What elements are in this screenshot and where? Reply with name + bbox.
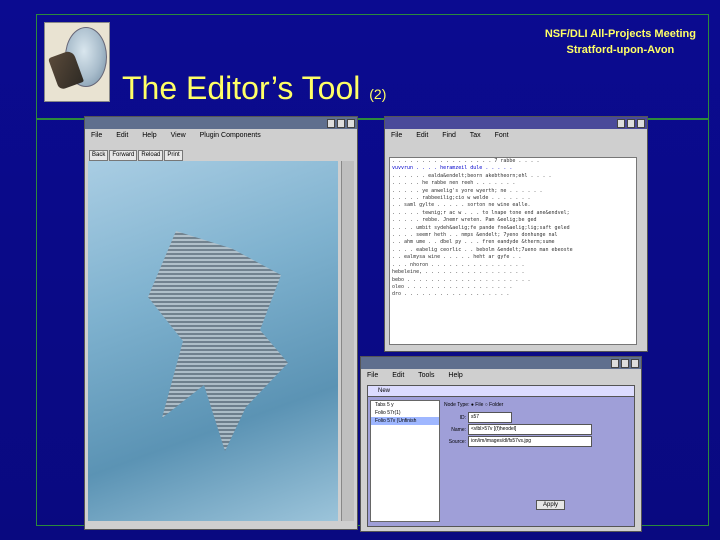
transcript-line: . . . . seemr heth . . nmps &endelt; 7ye… [392,232,558,239]
transcript-line: . . ahm ume . . dbel py . . . fren eandy… [392,239,555,246]
editor-titlebar[interactable] [361,357,641,369]
close-button[interactable] [631,359,639,368]
manuscript-image[interactable] [88,161,338,521]
back-button[interactable]: Back [89,150,109,161]
node-tree[interactable]: Tabs 5 y Folio 57r(1) Folio 57v (Unfinis… [370,400,440,522]
reload-button[interactable]: Reload [138,150,164,161]
browser-menubar: File Edit Help View Plugin Components [85,129,357,143]
node-form: Node Type: ● File ○ Folder ID: s57 Name: <… [444,400,630,520]
transcript-window: File Edit Find Tax Font . . . . . . . . … [384,116,648,352]
new-node-panel: New Tabs 5 y Folio 57r(1) Folio 57v (Unf… [367,385,635,527]
transcript-line: hebeleine, . . . . . . . . . . . . . . .… [392,269,525,276]
tree-item[interactable]: Folio 57r(1) [371,409,439,417]
manuscript-fragment [148,231,288,451]
radio-file-icon[interactable]: ● [471,402,474,408]
name-label: Name: [451,426,466,433]
menu-edit[interactable]: Edit [116,132,128,139]
transcript-line: bebo . . . . . . . . . . . . . . . . . .… [392,276,531,283]
id-field[interactable]: s57 [468,412,512,423]
menu-font[interactable]: Font [495,132,509,139]
slide-title-suffix: (2) [369,86,387,102]
transcript-line: . . . . . he rabbe nen reeh . . . . . . … [392,180,516,187]
close-button[interactable] [637,119,645,128]
tree-item-selected[interactable]: Folio 57v (Unfinish [371,417,439,425]
meeting-line-1: NSF/DLI All-Projects Meeting [544,28,696,40]
panel-title: New [378,388,391,394]
transcript-line: . . saml gylte . . . . . sorton ne wine … [392,202,531,209]
transcript-line: vuvvrun . . . . heramzeil dule . . . . . [392,165,513,172]
menu-help[interactable]: Help [448,372,462,379]
browser-toolbar: Back Forward Reload Print [85,143,357,161]
transcript-line: . . . . . . . . . . . . . . . . . 7 rabb… [392,158,540,164]
minimize-button[interactable] [617,119,625,128]
apply-button[interactable]: Apply [536,500,566,510]
transcript-titlebar[interactable] [385,117,647,129]
source-field[interactable]: ion/im/images/dl/fs57vs.jpg [468,436,592,447]
image-browser-window: File Edit Help View Plugin Components Ba… [84,116,358,530]
radio-file-label: File [475,402,484,408]
transcript-line: . . . . . rabbeeilig;cio w welde . . . .… [392,195,531,202]
slide-title: The Editor’s Tool (2) [122,70,386,107]
source-label: Source: [448,438,466,445]
menu-view[interactable]: View [171,132,186,139]
maximize-button[interactable] [621,359,629,368]
maximize-button[interactable] [337,119,345,128]
menu-find[interactable]: Find [442,132,456,139]
minimize-button[interactable] [611,359,619,368]
menu-file[interactable]: File [391,132,402,139]
node-type-row: Node Type: ● File ○ Folder [444,400,630,412]
window-controls [615,119,645,129]
transcript-line: . . ealmysa wine . . . . . heht ar gyfe … [392,254,522,261]
transcript-text-area[interactable]: . . . . . . . . . . . . . . . . . 7 rabb… [389,157,637,345]
menu-tax[interactable]: Tax [470,132,481,139]
editor-window: File Edit Tools Help New Tabs 5 y Folio … [360,356,642,532]
id-label: ID: [459,414,466,421]
id-row: ID: s57 [444,412,630,424]
browser-titlebar[interactable] [85,117,357,129]
project-logo [44,22,110,102]
menu-help[interactable]: Help [142,132,156,139]
transcript-menubar: File Edit Find Tax Font [385,129,647,143]
menu-edit[interactable]: Edit [392,372,404,379]
tree-item[interactable]: Tabs 5 y [371,401,439,409]
transcript-line: . . . nhoron . . . . . . . . . . . . . .… [392,261,525,268]
transcript-line: . . . . . tewnig;r ac w . . . to lnape t… [392,209,570,216]
close-button[interactable] [347,119,355,128]
menu-file[interactable]: File [367,372,378,379]
print-button[interactable]: Print [164,150,183,161]
editor-menubar: File Edit Tools Help [361,369,641,383]
menu-plugin-components[interactable]: Plugin Components [200,132,261,139]
transcript-line: . . . . umbit sydeh&aelig;fe pande fne&a… [392,224,570,231]
transcript-line: . . . . . rebbe. Jnemr wreten. Pam &eeli… [392,217,537,224]
radio-folder-icon[interactable]: ○ [485,402,488,408]
window-controls [325,119,355,129]
menu-edit[interactable]: Edit [416,132,428,139]
menu-file[interactable]: File [91,132,102,139]
transcript-line: . . . . . ye anwelig's yore wyerth; ne .… [392,187,543,194]
transcript-line: oleo . . . . . . . . . . . . . . . . . . [392,283,513,290]
window-controls [609,359,639,369]
transcript-line: . . . . . . ealda&endelt;beorn akebtheor… [392,172,552,179]
transcript-line: dro . . . . . . . . . . . . . . . . . . [392,291,510,298]
maximize-button[interactable] [627,119,635,128]
name-row: Name: <vlbl>57v [(f)heodel] [444,424,630,436]
forward-button[interactable]: Forward [109,150,138,161]
name-field[interactable]: <vlbl>57v [(f)heodel] [468,424,592,435]
meeting-line-2: Stratford-upon-Avon [566,44,675,56]
transcript-line: . . . . eabelig ceorlic . . bebolm &ende… [392,246,573,253]
radio-folder-label: Folder [489,402,504,408]
slide-background: NSF/DLI All-Projects Meeting Stratford-u… [0,0,720,540]
node-type-label: Node Type: [444,402,470,408]
slide-title-text: The Editor’s Tool [122,70,361,106]
source-row: Source: ion/im/images/dl/fs57vs.jpg [444,436,630,448]
minimize-button[interactable] [327,119,335,128]
panel-titlebar: New [368,386,634,397]
menu-tools[interactable]: Tools [418,372,434,379]
meeting-caption: NSF/DLI All-Projects Meeting Stratford-u… [545,26,696,58]
vertical-scrollbar[interactable] [341,161,354,521]
